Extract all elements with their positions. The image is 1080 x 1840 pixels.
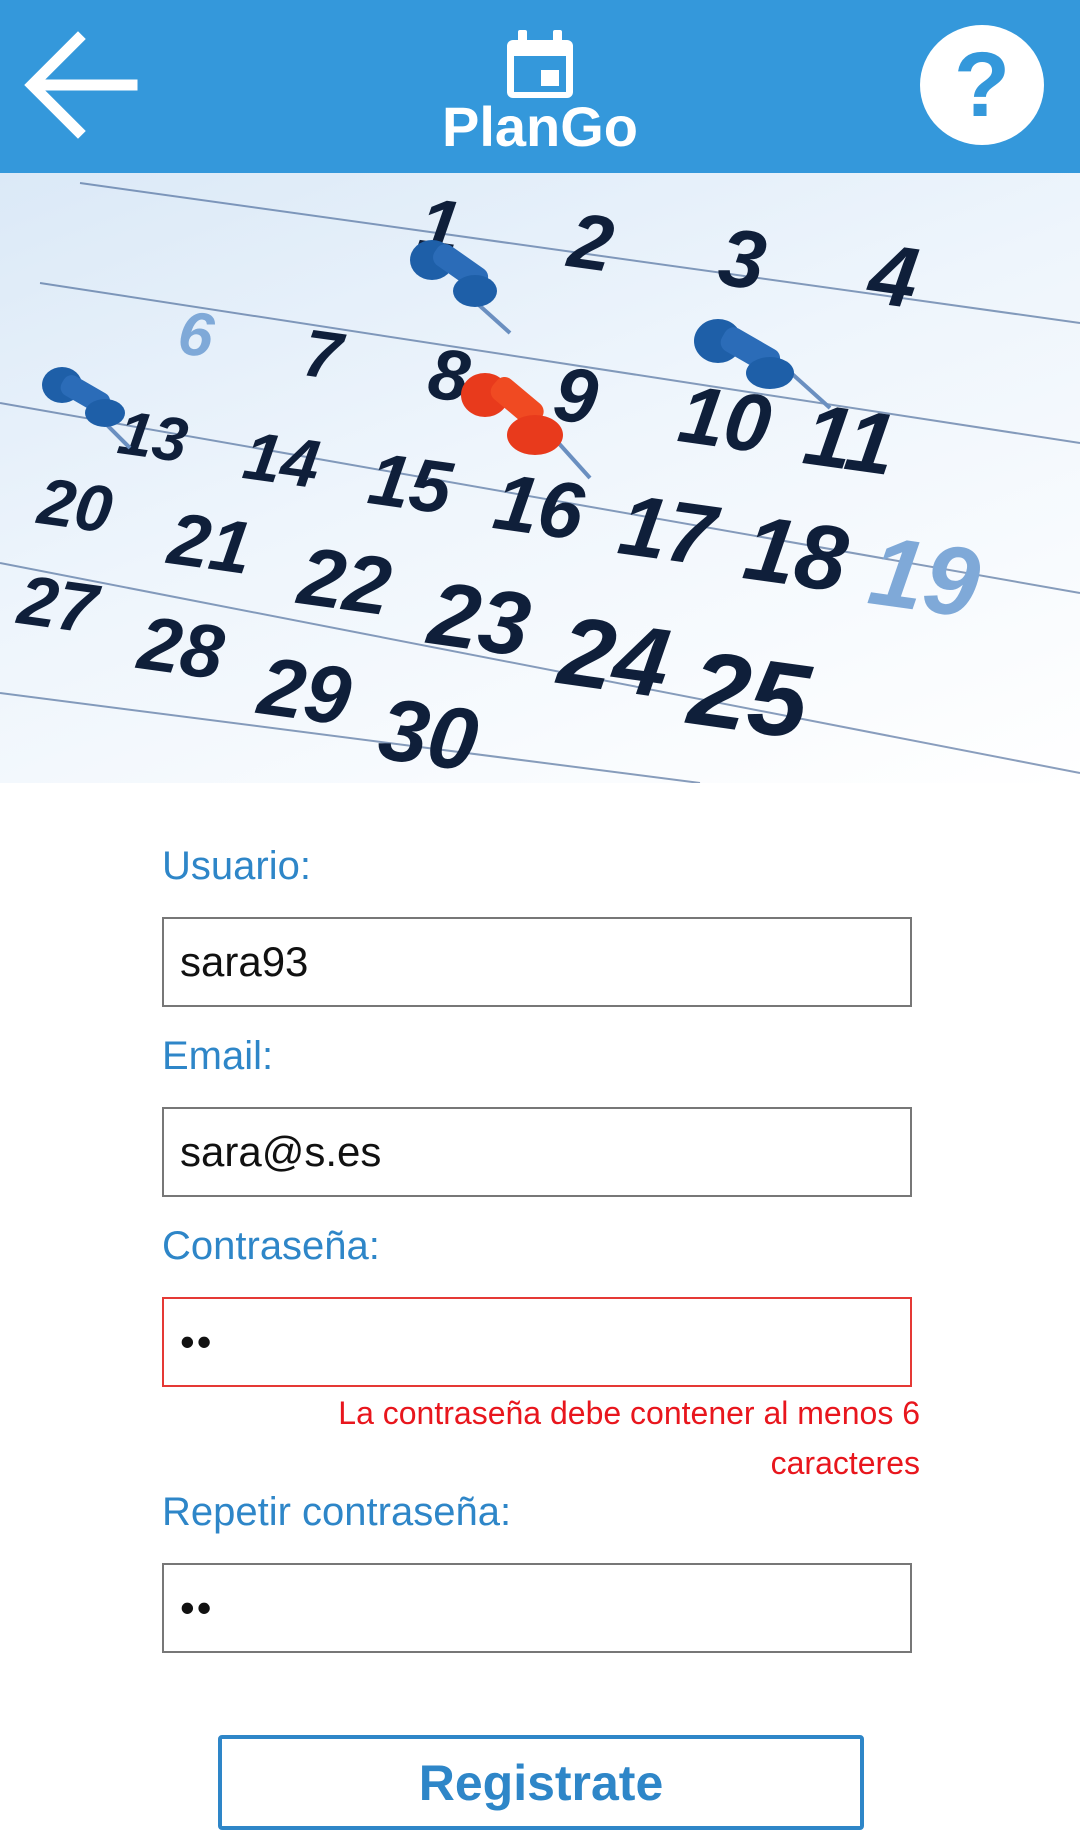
pushpin-blue-3 xyxy=(42,367,132,450)
help-button[interactable]: ? xyxy=(920,25,1044,145)
repeat-password-input[interactable] xyxy=(162,1563,912,1653)
calendar-day-27: 27 xyxy=(12,560,105,649)
calendar-day-28: 28 xyxy=(131,600,229,696)
calendar-day-24: 24 xyxy=(551,594,676,718)
calendar-day-16: 16 xyxy=(488,456,589,557)
calendar-day-3: 3 xyxy=(713,211,771,307)
calendar-day-21: 21 xyxy=(162,496,257,590)
password-error-message: La contraseña debe contener al menos 6 c… xyxy=(338,1395,920,1481)
username-input[interactable] xyxy=(162,917,912,1007)
username-label: Usuario: xyxy=(162,844,311,888)
header-title-group: PlanGo xyxy=(340,0,740,173)
hero-calendar-image: 1 2 3 4 6 7 8 9 10 11 13 14 15 16 17 18 19 20 21 22 23 24 25 27… xyxy=(0,173,1080,783)
calendar-day-20: 20 xyxy=(32,463,117,547)
calendar-day-25: 25 xyxy=(681,628,818,762)
calendar-icon xyxy=(507,30,573,98)
calendar-day-17: 17 xyxy=(613,476,725,585)
app-header: PlanGo ? xyxy=(0,0,1080,173)
calendar-day-13: 13 xyxy=(114,398,192,476)
register-button[interactable]: Registrate xyxy=(218,1735,864,1830)
password-label: Contraseña: xyxy=(162,1224,380,1268)
calendar-day-14: 14 xyxy=(239,417,324,503)
password-input[interactable] xyxy=(162,1297,912,1387)
calendar-illustration: 1 2 3 46 7 8 9 10 1113 14 15 16 17 18 1920 21 22 23 24 2527… xyxy=(0,181,1080,783)
calendar-day-18: 18 xyxy=(738,497,854,612)
back-button[interactable] xyxy=(22,25,140,145)
repeat-password-label: Repetir contraseña: xyxy=(162,1490,512,1534)
calendar-day-29: 29 xyxy=(251,640,356,743)
calendar-day-22: 22 xyxy=(291,530,396,633)
pushpin-blue-1 xyxy=(410,240,512,335)
email-label: Email: xyxy=(162,1034,274,1078)
calendar-day-11: 11 xyxy=(798,385,901,494)
calendar-day-4: 4 xyxy=(861,225,924,327)
calendar-day-23: 23 xyxy=(421,563,536,676)
arrow-left-icon xyxy=(24,31,138,139)
email-input[interactable] xyxy=(162,1107,912,1197)
calendar-day-6: 6 xyxy=(174,298,218,371)
help-icon: ? xyxy=(953,34,1011,136)
calendar-day-2: 2 xyxy=(561,195,618,288)
calendar-day-15: 15 xyxy=(364,436,459,530)
calendar-day-7: 7 xyxy=(299,315,349,395)
calendar-day-19: 19 xyxy=(863,515,987,639)
app-title: PlanGo xyxy=(441,95,639,158)
calendar-day-30: 30 xyxy=(373,678,484,783)
